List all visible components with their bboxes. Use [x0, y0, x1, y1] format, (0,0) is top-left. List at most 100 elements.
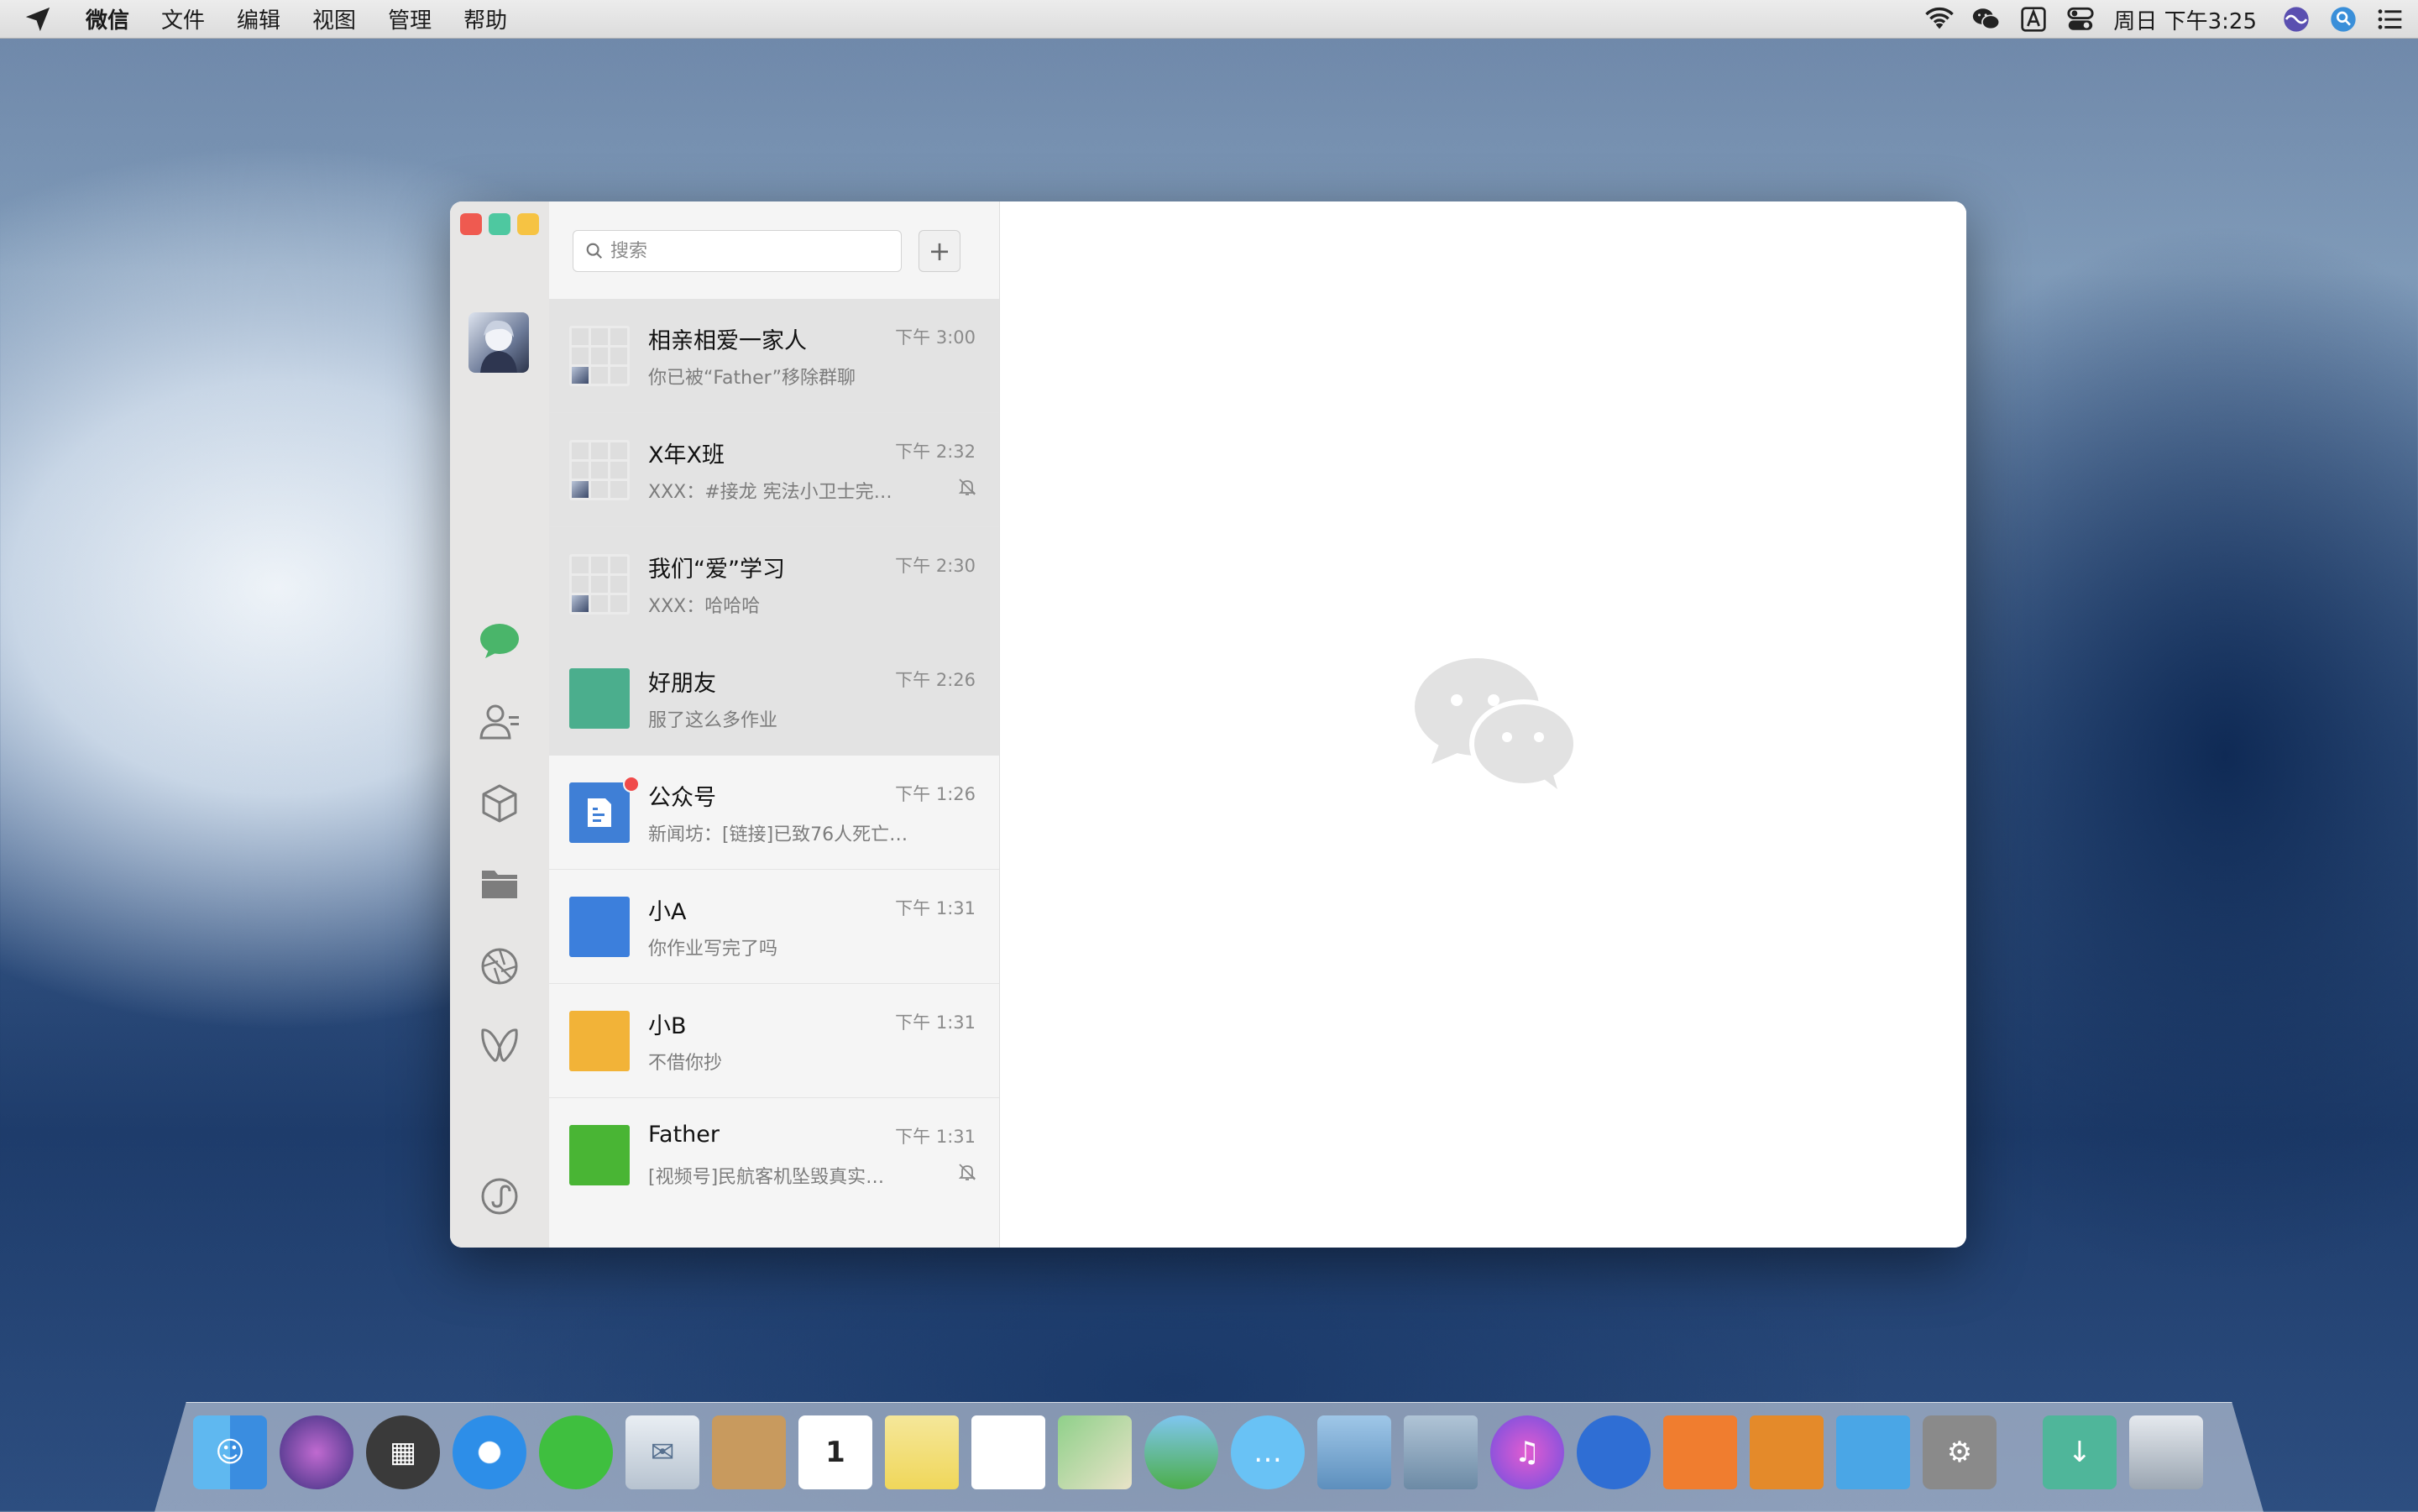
conversation-pane [1000, 201, 1966, 1248]
chats-icon[interactable] [479, 620, 521, 662]
siri-icon[interactable] [2282, 5, 2311, 34]
chat-name: 相亲相爱一家人 [648, 328, 807, 354]
chat-item-class-group[interactable]: X年X班 下午 2:32 XXX：#接龙 宪法小卫士完成情... [549, 413, 999, 527]
messages-icon[interactable]: … [1231, 1415, 1305, 1489]
menu-help[interactable]: 帮助 [463, 3, 507, 34]
menu-manage[interactable]: 管理 [388, 3, 432, 34]
chat-time: 下午 3:00 [895, 327, 976, 348]
chat-item-official-accounts[interactable]: 公众号 下午 1:26 新闻坊：[链接]已致76人死亡，... [549, 756, 999, 870]
chat-item-good-friends[interactable]: 好朋友 下午 2:26 服了这么多作业 [549, 641, 999, 756]
chat-item-xiao-b[interactable]: 小B 下午 1:31 不借你抄 [549, 984, 999, 1098]
reminders-icon[interactable] [971, 1415, 1045, 1489]
numbers-icon[interactable] [1836, 1415, 1910, 1489]
chat-last-message: 不借你抄 [648, 1053, 723, 1074]
minimize-window-button[interactable] [489, 213, 510, 235]
input-method-icon[interactable] [2019, 5, 2048, 34]
chat-name: 我们“爱”学习 [648, 557, 785, 583]
chat-time: 下午 2:32 [895, 442, 976, 462]
files-folder-icon[interactable] [479, 863, 521, 905]
chat-last-message: [视频号]民航客机坠毁真实影... [648, 1167, 900, 1188]
search-input[interactable] [609, 239, 881, 263]
sidebar [450, 201, 550, 1248]
search-box[interactable] [573, 230, 902, 272]
location-arrow-icon[interactable] [24, 3, 57, 36]
chat-item-family-group[interactable]: 相亲相爱一家人 下午 3:00 你已被“Father”移除群聊 [549, 299, 999, 413]
mute-bell-icon [957, 1162, 977, 1185]
safari-icon[interactable] [453, 1415, 526, 1489]
mute-bell-icon [957, 477, 977, 500]
wechat-window: + 相亲相爱一家人 下午 3:00 你已被“Father”移除群聊 X年X班 下… [450, 201, 1966, 1248]
calendar-icon[interactable]: 1 [798, 1415, 872, 1489]
chat-last-message: XXX：#接龙 宪法小卫士完成情... [648, 482, 900, 503]
chat-item-xiao-a[interactable]: 小A 下午 1:31 你作业写完了吗 [549, 870, 999, 984]
chat-last-message: XXX：哈哈哈 [648, 596, 761, 617]
channels-butterfly-icon[interactable] [479, 1024, 521, 1066]
menu-bar: 微信 文件 编辑 视图 管理 帮助 周日 下午3:25 [0, 0, 2418, 39]
launchpad-icon[interactable]: ▦ [366, 1415, 440, 1489]
add-chat-button[interactable]: + [919, 230, 960, 272]
pages-icon[interactable] [1663, 1415, 1737, 1489]
finder-icon[interactable]: ☺ [193, 1415, 267, 1489]
unread-badge [623, 776, 640, 793]
chat-item-study-group[interactable]: 我们“爱”学习 下午 2:30 XXX：哈哈哈 [549, 527, 999, 641]
keynote-icon[interactable] [1577, 1415, 1651, 1489]
zoom-window-button[interactable] [517, 213, 539, 235]
chat-item-father[interactable]: Father 下午 1:31 [视频号]民航客机坠毁真实影... [549, 1098, 999, 1212]
menu-edit[interactable]: 编辑 [237, 3, 280, 34]
user-avatar[interactable] [468, 312, 529, 373]
system-preferences-icon[interactable]: ⚙ [1923, 1415, 1997, 1489]
menu-view[interactable]: 视图 [312, 3, 356, 34]
siri-dock-icon[interactable] [280, 1415, 353, 1489]
control-center-icon[interactable] [2066, 5, 2095, 34]
trash-icon[interactable] [2129, 1415, 2203, 1489]
wifi-icon[interactable] [1925, 5, 1955, 34]
facetime-icon[interactable] [1317, 1415, 1391, 1489]
mini-programs-icon[interactable] [479, 1175, 521, 1217]
chat-avatar [569, 1125, 630, 1185]
keynote-doc-icon[interactable] [1750, 1415, 1824, 1489]
spotlight-icon[interactable] [2329, 5, 2358, 34]
itunes-icon[interactable]: ♫ [1490, 1415, 1564, 1489]
chat-avatar [569, 1011, 630, 1071]
moments-shutter-icon[interactable] [479, 945, 521, 987]
close-window-button[interactable] [460, 213, 482, 235]
chat-last-message: 你作业写完了吗 [648, 939, 778, 960]
notification-center-icon[interactable] [2376, 5, 2405, 34]
group-avatar [569, 440, 630, 500]
chat-name: Father [648, 1122, 720, 1148]
menu-file[interactable]: 文件 [161, 3, 205, 34]
chat-time: 下午 1:31 [895, 1012, 976, 1033]
preview-icon[interactable] [1404, 1415, 1478, 1489]
wechat-logo-icon [1410, 655, 1578, 793]
contacts-app-icon[interactable] [712, 1415, 786, 1489]
chat-avatar [569, 668, 630, 729]
chat-name: 小B [648, 1013, 687, 1039]
search-icon [585, 242, 604, 260]
wechat-menubar-icon[interactable] [1972, 5, 2001, 34]
menu-app-name[interactable]: 微信 [86, 3, 129, 34]
mail-icon[interactable]: ✉ [625, 1415, 699, 1489]
downloads-folder-icon[interactable]: ↓ [2043, 1415, 2117, 1489]
favorites-cube-icon[interactable] [479, 782, 521, 824]
chat-time: 下午 2:30 [895, 556, 976, 576]
official-accounts-avatar [569, 782, 630, 843]
window-controls [460, 213, 546, 235]
dock-icons: ☺ ▦ ✉ 1 … ♫ ⚙ ↓ [193, 1415, 2216, 1489]
menubar-clock[interactable]: 周日 下午3:25 [2113, 4, 2257, 35]
chat-last-message: 你已被“Father”移除群聊 [648, 368, 856, 389]
photos-icon[interactable] [1144, 1415, 1218, 1489]
contacts-icon[interactable] [479, 700, 521, 742]
notes-icon[interactable] [885, 1415, 959, 1489]
maps-icon[interactable] [1058, 1415, 1132, 1489]
chat-last-message: 新闻坊：[链接]已致76人死亡，... [648, 824, 925, 845]
chat-name: 小A [648, 899, 687, 925]
chat-name: 好朋友 [648, 671, 716, 697]
chat-time: 下午 2:26 [895, 670, 976, 690]
chat-last-message: 服了这么多作业 [648, 710, 778, 731]
chat-time: 下午 1:26 [895, 784, 976, 804]
group-avatar [569, 326, 630, 386]
chat-list: 相亲相爱一家人 下午 3:00 你已被“Father”移除群聊 X年X班 下午 … [549, 299, 999, 1212]
chat-list-pane: + 相亲相爱一家人 下午 3:00 你已被“Father”移除群聊 X年X班 下… [549, 201, 1000, 1248]
group-avatar [569, 554, 630, 615]
wechat-dock-icon[interactable] [539, 1415, 613, 1489]
